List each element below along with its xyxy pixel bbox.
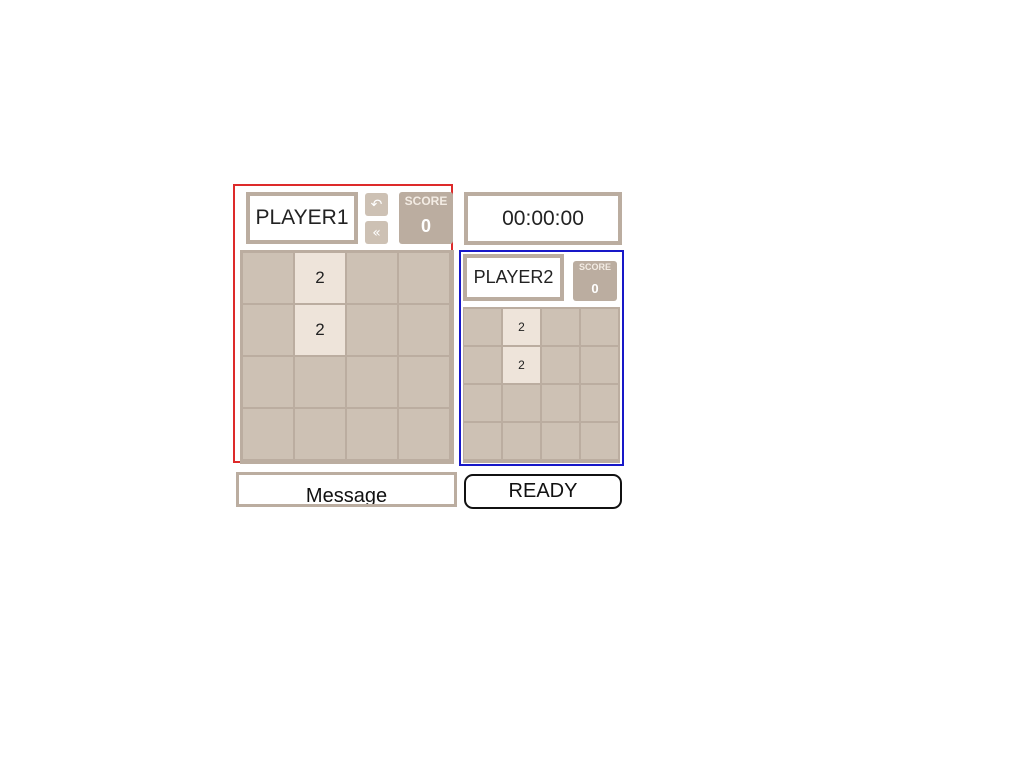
tile: 2 [503,347,540,383]
board-cell [503,385,540,421]
board-cell [542,423,579,459]
board-cell [243,409,293,459]
board-cell [503,423,540,459]
game-timer: 00:00:00 [464,192,622,245]
board-cell [243,253,293,303]
double-chevron-left-icon: « [372,224,381,241]
undo-button[interactable]: ↶ [365,193,388,216]
player2-board: 22 [463,307,620,463]
player2-score-box: SCORE 0 [573,261,617,301]
tile: 2 [295,253,345,303]
board-cell [347,357,397,407]
board-cell [464,309,501,345]
board-cell [295,409,345,459]
player2-name: PLAYER2 [463,254,564,301]
board-cell [347,409,397,459]
board-cell [399,357,449,407]
board-cell [347,305,397,355]
board-cell [464,385,501,421]
board-cell [347,253,397,303]
board-cell [399,253,449,303]
player2-score-label: SCORE [578,262,611,272]
player1-score-label: SCORE [404,194,448,208]
tile: 2 [503,309,540,345]
board-cell [542,385,579,421]
board-cell [464,423,501,459]
player1-name: PLAYER1 [246,192,358,244]
ready-button[interactable]: READY [464,474,622,509]
board-cell [581,423,618,459]
player1-score-box: SCORE 0 [399,192,453,244]
board-cell [295,357,345,407]
board-cell [464,347,501,383]
board-cell [542,347,579,383]
player1-board: 22 [240,250,454,464]
tile: 2 [295,305,345,355]
board-cell [542,309,579,345]
board-cell [581,309,618,345]
board-cell [581,347,618,383]
rewind-button[interactable]: « [365,221,388,244]
message-box: Message [236,472,457,507]
board-cell [399,409,449,459]
board-cell [243,357,293,407]
player1-score-value: 0 [420,216,431,236]
board-cell [243,305,293,355]
player2-score-value: 0 [591,281,599,296]
board-cell [581,385,618,421]
message-text: Message [305,485,388,507]
undo-icon: ↶ [370,196,383,213]
board-cell [399,305,449,355]
